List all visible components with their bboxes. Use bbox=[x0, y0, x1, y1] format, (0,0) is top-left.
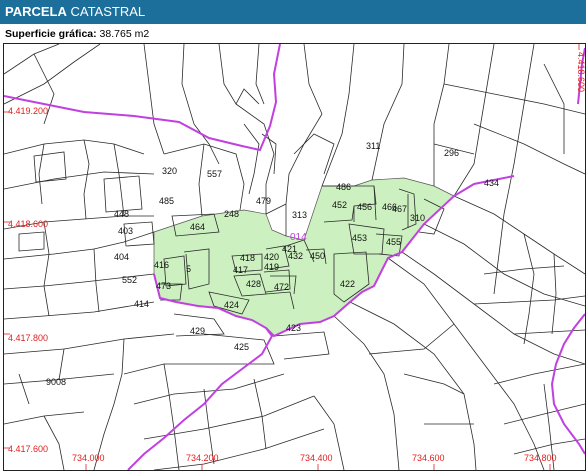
header-bar: PARCELA CATASTRAL bbox=[0, 0, 586, 24]
parcel-label: 311 bbox=[366, 141, 380, 151]
y-coord-1: 4.419.200 bbox=[8, 106, 48, 116]
x-coord-1: 734.000 bbox=[72, 453, 105, 463]
surface-label: Superficie gráfica: bbox=[5, 28, 97, 40]
y-coord-2: 4.418.600 bbox=[8, 219, 48, 229]
parcel-label: 429 bbox=[190, 326, 205, 336]
parcel-label: 486 bbox=[336, 182, 351, 192]
parcel-label: 425 bbox=[234, 342, 249, 352]
parcel-label: 404 bbox=[114, 252, 129, 262]
y-coord-3: 4.417.800 bbox=[8, 333, 48, 343]
parcel-label: 417 bbox=[233, 265, 248, 275]
parcel-label: 456 bbox=[357, 202, 372, 212]
parcel-label: 472 bbox=[274, 282, 289, 292]
parcel-label: 414 bbox=[134, 299, 149, 309]
parcel-label: 464 bbox=[190, 222, 205, 232]
parcel-label: 248 bbox=[224, 209, 239, 219]
surface-area-line: Superficie gráfica: 38.765 m2 bbox=[5, 28, 149, 40]
cadastral-map[interactable]: 4.419.200 4.418.600 4.417.800 4.417.600 … bbox=[3, 43, 586, 471]
parcel-label: 455 bbox=[386, 237, 401, 247]
parcel-label: 313 bbox=[292, 210, 307, 220]
side-coord: 4.418.600 bbox=[576, 52, 585, 92]
parcel-label: 418 bbox=[240, 253, 255, 263]
surface-value: 38.765 m2 bbox=[99, 28, 150, 40]
parcel-label: 467 bbox=[392, 204, 407, 214]
parcel-label: 453 bbox=[352, 233, 367, 243]
parcel-label: 424 bbox=[224, 300, 239, 310]
x-coord-3: 734.400 bbox=[300, 453, 333, 463]
parcel-label: 320 bbox=[162, 166, 177, 176]
parcel-label: 296 bbox=[444, 148, 459, 158]
page-title: PARCELA CATASTRAL bbox=[5, 4, 145, 19]
parcel-label: 310 bbox=[410, 213, 425, 223]
x-coord-5: 734.800 bbox=[524, 453, 557, 463]
parcel-label: 450 bbox=[310, 251, 325, 261]
parcel-label: 485 bbox=[159, 196, 174, 206]
parcel-label: 432 bbox=[288, 251, 303, 261]
map-canvas: 4.419.200 4.418.600 4.417.800 4.417.600 … bbox=[4, 44, 585, 470]
title-rest: CATASTRAL bbox=[66, 4, 146, 19]
parcel-label: 448 bbox=[114, 209, 129, 219]
parcel-label: 434 bbox=[484, 178, 499, 188]
parcel-label: 5 bbox=[186, 264, 191, 274]
parcel-label: 428 bbox=[246, 279, 261, 289]
parcel-label: 557 bbox=[207, 169, 222, 179]
parcel-label: 416 bbox=[154, 260, 169, 270]
x-coord-4: 734.600 bbox=[412, 453, 445, 463]
title-bold: PARCELA bbox=[5, 4, 67, 19]
parcel-label: 452 bbox=[332, 200, 347, 210]
parcel-label: 420 bbox=[264, 252, 279, 262]
parcel-label: 419 bbox=[264, 262, 279, 272]
parcel-label: 9008 bbox=[46, 377, 66, 387]
parcel-label: 473 bbox=[156, 281, 171, 291]
sector-label: 014 bbox=[290, 232, 307, 243]
y-coord-4: 4.417.600 bbox=[8, 444, 48, 454]
x-coord-2: 734.200 bbox=[186, 453, 219, 463]
parcel-label: 552 bbox=[122, 275, 137, 285]
parcel-label: 422 bbox=[340, 279, 355, 289]
parcel-label: 403 bbox=[118, 226, 133, 236]
parcel-label: 479 bbox=[256, 196, 271, 206]
parcel-label: 423 bbox=[286, 323, 301, 333]
